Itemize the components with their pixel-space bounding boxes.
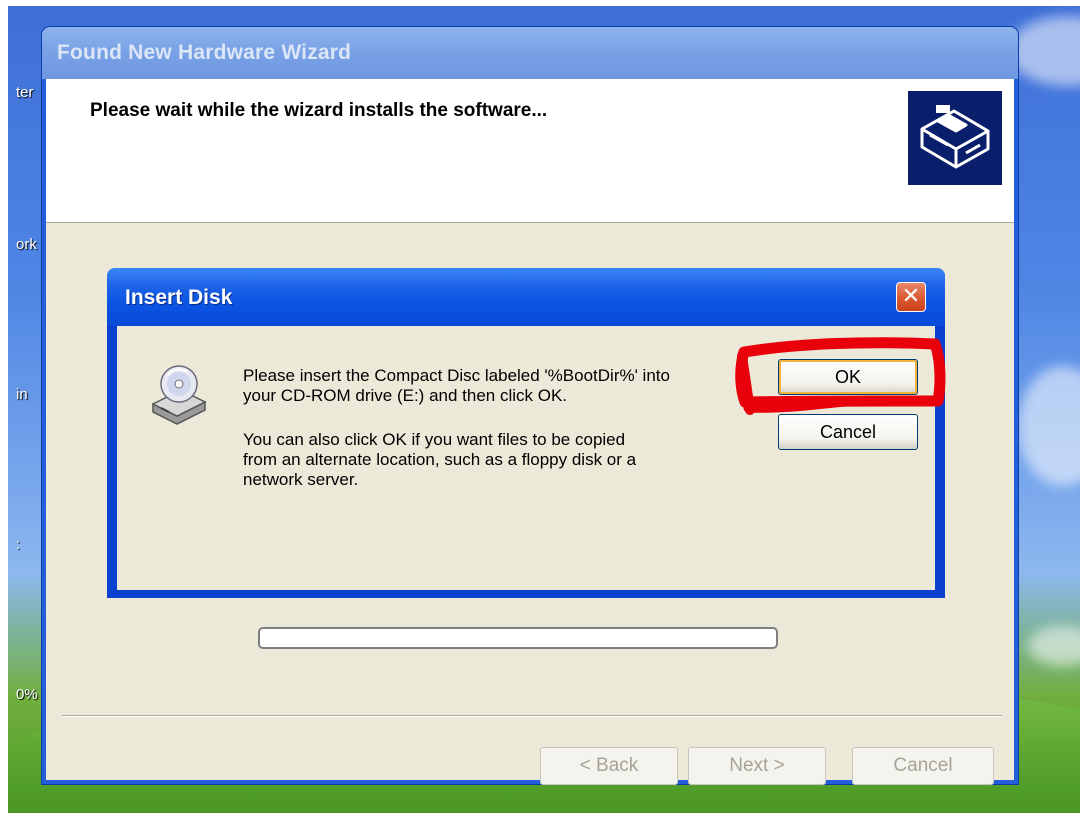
annotation-highlight	[735, 337, 946, 415]
